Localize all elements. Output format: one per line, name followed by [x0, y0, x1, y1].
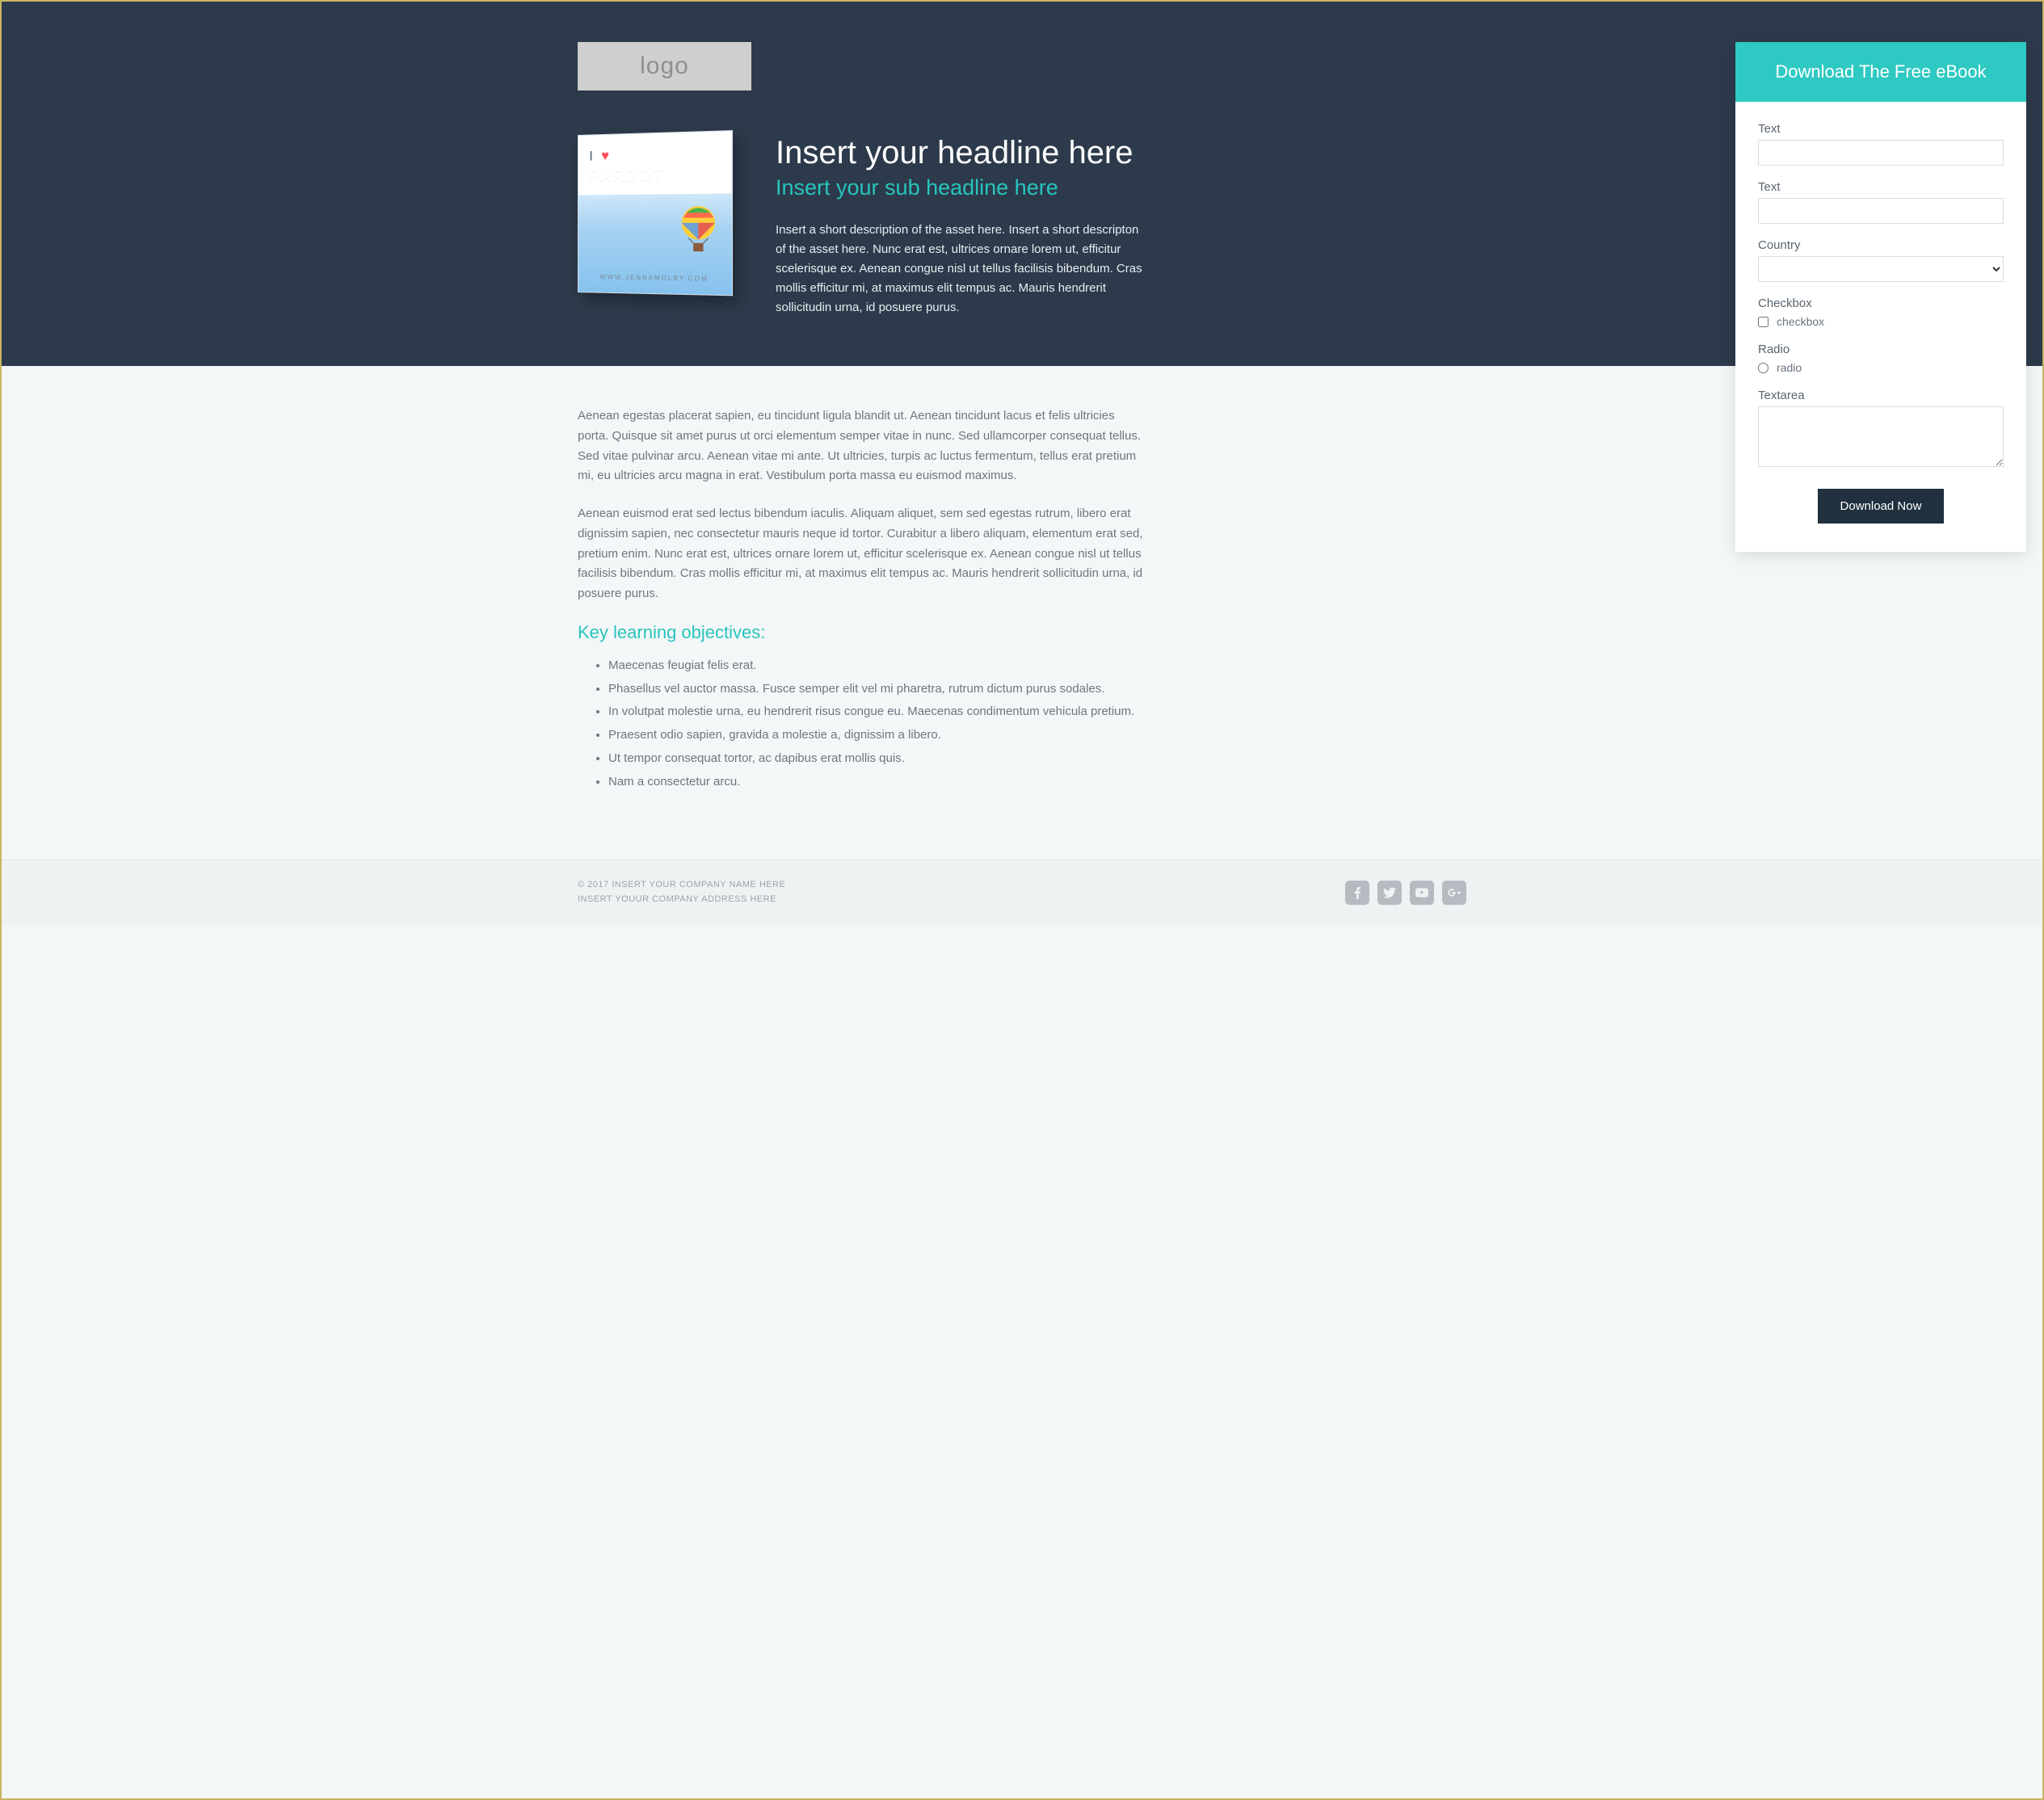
submit-button[interactable]: Download Now	[1818, 489, 1945, 524]
list-item: Praesent odio sapien, gravida a molestie…	[608, 725, 1143, 746]
checkbox-section-label: Checkbox	[1758, 296, 2004, 310]
download-form-panel: Download The Free eBook Text Text Countr…	[1735, 42, 2026, 552]
ebook-cover: I ♥ PARDOT	[578, 135, 751, 318]
checkbox-input[interactable]	[1758, 317, 1769, 327]
textarea-label: Textarea	[1758, 389, 2004, 402]
body-para-2: Aenean euismod erat sed lectus bibendum …	[578, 504, 1143, 604]
footer-address: INSERT YOUUR COMPANY ADDRESS HERE	[578, 893, 785, 907]
radio-section-label: Radio	[1758, 343, 2004, 356]
heart-icon: ♥	[601, 148, 612, 163]
social-links	[1345, 881, 1466, 905]
footer-copyright: © 2017 INSERT YOUR COMPANY NAME HERE	[578, 878, 785, 893]
list-item: In volutpat molestie urna, eu hendrerit …	[608, 702, 1143, 722]
headline: Insert your headline here	[776, 135, 1143, 170]
radio-input[interactable]	[1758, 363, 1769, 373]
youtube-icon[interactable]	[1410, 881, 1434, 905]
text2-label: Text	[1758, 180, 2004, 194]
logo-placeholder: logo	[578, 42, 751, 90]
list-item: Nam a consectetur arcu.	[608, 772, 1143, 793]
book-url: WWW.JENNAMOLBY.COM	[578, 273, 732, 283]
checkbox-option-label: checkbox	[1777, 315, 1824, 328]
list-item: Ut tempor consequat tortor, ac dapibus e…	[608, 749, 1143, 769]
radio-option-label: radio	[1777, 361, 1802, 374]
text1-input[interactable]	[1758, 140, 2004, 166]
facebook-icon[interactable]	[1345, 881, 1369, 905]
country-select[interactable]	[1758, 256, 2004, 282]
balloon-icon	[679, 206, 718, 257]
textarea-input[interactable]	[1758, 406, 2004, 467]
footer: © 2017 INSERT YOUR COMPANY NAME HERE INS…	[2, 860, 2042, 924]
list-item: Maecenas feugiat felis erat.	[608, 656, 1143, 676]
form-title: Download The Free eBook	[1735, 42, 2026, 102]
objectives-list: Maecenas feugiat felis erat. Phasellus v…	[578, 656, 1143, 793]
subheadline: Insert your sub headline here	[776, 175, 1143, 200]
country-label: Country	[1758, 238, 2004, 252]
hero-description: Insert a short description of the asset …	[776, 221, 1143, 318]
book-line2: PARDOT	[589, 166, 720, 187]
text1-label: Text	[1758, 122, 2004, 136]
twitter-icon[interactable]	[1377, 881, 1402, 905]
list-item: Phasellus vel auctor massa. Fusce semper…	[608, 679, 1143, 700]
objectives-heading: Key learning objectives:	[578, 622, 1143, 643]
book-line1: I	[589, 148, 595, 163]
body-para-1: Aenean egestas placerat sapien, eu tinci…	[578, 406, 1143, 486]
google-plus-icon[interactable]	[1442, 881, 1466, 905]
text2-input[interactable]	[1758, 198, 2004, 224]
